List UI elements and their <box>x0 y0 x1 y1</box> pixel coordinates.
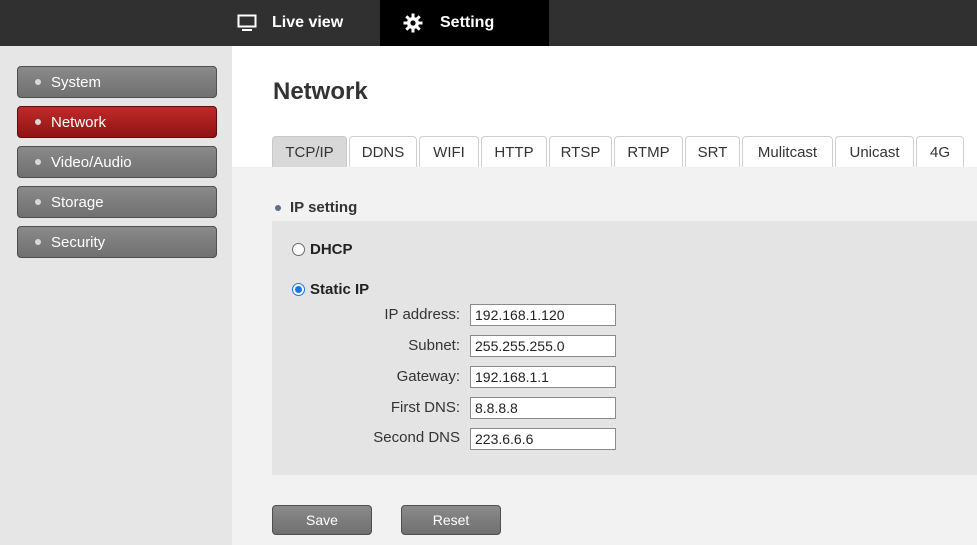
section-title: IP setting <box>290 199 358 216</box>
static-ip-label: Static IP <box>310 281 370 298</box>
subnet-input[interactable] <box>470 335 616 357</box>
bullet-icon <box>35 239 41 245</box>
nav-setting[interactable]: Setting <box>380 0 549 46</box>
sidebar-item-label: System <box>51 73 102 91</box>
first-dns-label: First DNS: <box>390 399 460 416</box>
sidebar-item-storage[interactable]: Storage <box>17 186 217 218</box>
sidebar-item-label: Storage <box>51 193 104 211</box>
tab-4g[interactable]: 4G <box>916 136 964 167</box>
tab-rtmp[interactable]: RTMP <box>614 136 683 167</box>
save-button[interactable]: Save <box>272 505 372 535</box>
tab-unicast[interactable]: Unicast <box>835 136 914 167</box>
ip-address-label: IP address: <box>384 306 460 323</box>
sidebar-item-security[interactable]: Security <box>17 226 217 258</box>
tab-http[interactable]: HTTP <box>481 136 547 167</box>
nav-live-view-label: Live view <box>272 14 344 31</box>
ip-setting-heading: IP setting <box>275 199 357 216</box>
bullet-icon <box>35 119 41 125</box>
tab-srt[interactable]: SRT <box>685 136 740 167</box>
bullet-icon <box>275 204 281 211</box>
gateway-input[interactable] <box>470 366 616 388</box>
static-ip-option[interactable]: Static IP <box>292 281 369 298</box>
first-dns-input[interactable] <box>470 397 616 419</box>
reset-button[interactable]: Reset <box>401 505 501 535</box>
sidebar-item-video-audio[interactable]: Video/Audio <box>17 146 217 178</box>
static-ip-radio[interactable] <box>292 283 305 296</box>
bullet-icon <box>35 79 41 85</box>
tab-tcp-ip[interactable]: TCP/IP <box>272 136 347 167</box>
monitor-icon <box>234 10 260 36</box>
sidebar-item-network[interactable]: Network <box>17 106 217 138</box>
sidebar-item-system[interactable]: System <box>17 66 217 98</box>
subnet-label: Subnet: <box>408 337 460 354</box>
bullet-icon <box>35 199 41 205</box>
gateway-label: Gateway: <box>396 368 460 385</box>
tab-wifi[interactable]: WIFI <box>419 136 479 167</box>
sidebar-item-label: Video/Audio <box>51 153 132 171</box>
gear-icon <box>400 10 426 36</box>
tab-rtsp[interactable]: RTSP <box>549 136 612 167</box>
second-dns-label: Second DNS <box>373 429 460 446</box>
page-title: Network <box>273 78 368 105</box>
dhcp-option[interactable]: DHCP <box>292 241 353 258</box>
nav-live-view[interactable]: Live view <box>222 0 380 46</box>
ip-address-input[interactable] <box>470 304 616 326</box>
bullet-icon <box>35 159 41 165</box>
tab-ddns[interactable]: DDNS <box>349 136 417 167</box>
nav-setting-label: Setting <box>440 14 495 31</box>
tab-multicast[interactable]: Mulitcast <box>742 136 833 167</box>
dhcp-label: DHCP <box>310 241 353 258</box>
dhcp-radio[interactable] <box>292 243 305 256</box>
sidebar-item-label: Security <box>51 233 106 251</box>
tab-bar: TCP/IP DDNS WIFI HTTP RTSP RTMP SRT Muli… <box>272 136 966 167</box>
sidebar-item-label: Network <box>51 113 107 131</box>
second-dns-input[interactable] <box>470 428 616 450</box>
